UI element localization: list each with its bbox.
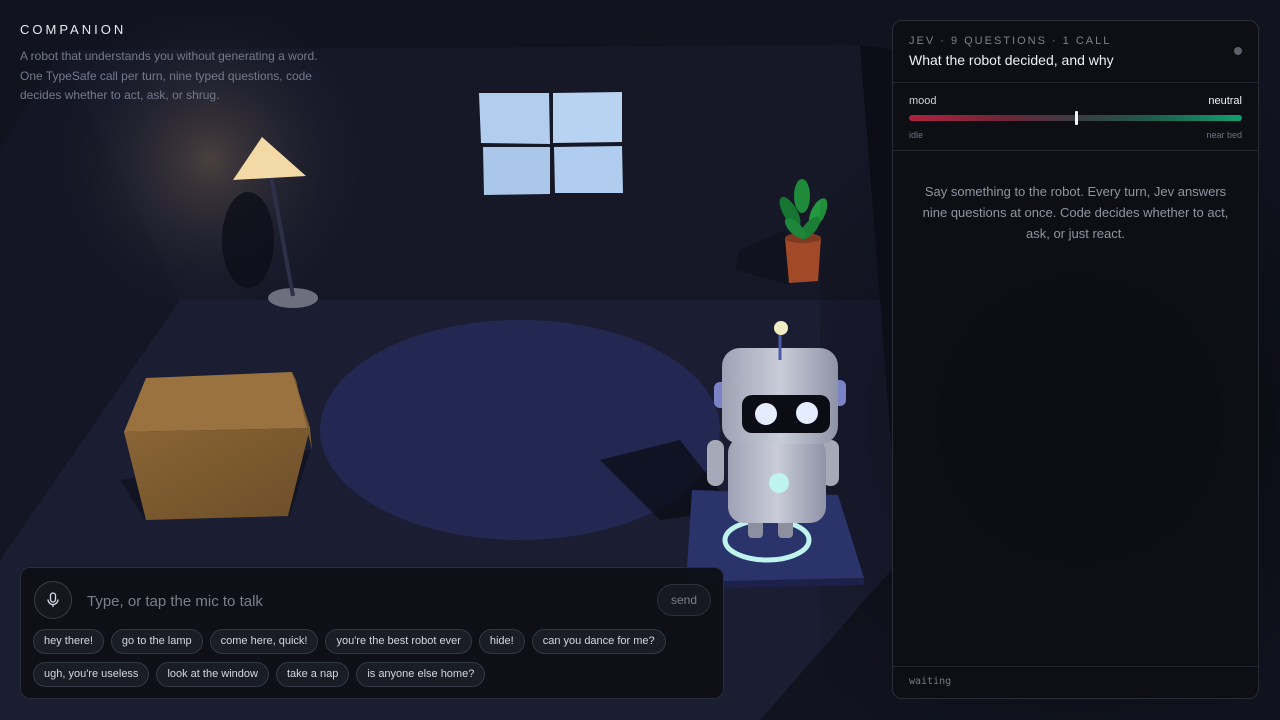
chip-row: ugh, you're useless look at the window tak… — [33, 662, 713, 687]
panel-title: What the robot decided, and why — [909, 52, 1114, 68]
suggestion-chip[interactable]: go to the lamp — [110, 629, 203, 654]
composer: send hey there!go to the lampcome here, … — [20, 567, 724, 699]
mood-value: neutral — [1208, 95, 1242, 107]
suggestion-chip[interactable]: look at the window — [156, 662, 269, 687]
suggestion-chip[interactable]: take a nap — [275, 662, 350, 687]
suggestion-chip[interactable]: hide! — [478, 629, 525, 654]
box-icon — [120, 372, 312, 520]
mood-bar — [909, 111, 1242, 125]
suggestion-chip[interactable]: hey there! — [33, 629, 104, 654]
suggestion-chip[interactable]: can you dance for me? — [531, 629, 666, 654]
mood-right-label: near bed — [1206, 130, 1242, 140]
suggestion-chip[interactable]: ugh, you're useless — [33, 662, 150, 687]
app-title: COMPANION — [20, 22, 127, 37]
description-line: decides whether to act, ask, or shrug. — [20, 88, 220, 102]
suggestion-chip[interactable]: is anyone else home? — [356, 662, 486, 687]
status-dot-icon — [1234, 47, 1242, 55]
decision-panel: JEV · 9 QUESTIONS · 1 CALL What the robo… — [892, 20, 1259, 699]
microphone-icon — [47, 592, 59, 607]
suggestion-chips: hey there! go to the lamp come here, quick… — [33, 629, 713, 695]
suggestion-chip[interactable]: come here, quick! — [209, 629, 319, 654]
mic-button[interactable] — [34, 581, 72, 619]
panel-message: Say something to the robot. Every turn, … — [922, 184, 1229, 241]
panel-kicker: JEV · 9 QUESTIONS · 1 CALL — [909, 35, 1112, 47]
description-line: A robot that understands you without gen… — [20, 49, 318, 63]
mood-left-label: idle — [909, 130, 924, 140]
brand-header: COMPANION A robot that understands you w… — [20, 22, 350, 106]
send-button[interactable]: send — [656, 584, 711, 616]
message-input[interactable] — [85, 588, 649, 614]
description-line: One TypeSafe call per turn, nine typed q… — [20, 68, 312, 83]
panel-header: JEV · 9 QUESTIONS · 1 CALL What the robo… — [893, 21, 1258, 83]
mood-indicator — [1074, 111, 1078, 125]
status-text: waiting — [893, 666, 1258, 698]
mood-meter: mood neutral idle near bed — [893, 83, 1258, 151]
app-description: A robot that understands you without gen… — [20, 47, 350, 106]
suggestion-chip[interactable]: you're the best robot ever — [325, 629, 472, 654]
chip-row: hey there! go to the lamp come here, quick… — [33, 629, 713, 654]
mood-label: mood — [909, 95, 937, 107]
